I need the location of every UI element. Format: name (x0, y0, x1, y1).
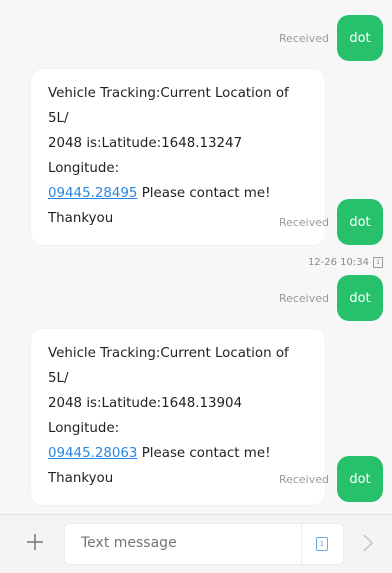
outgoing-bubble[interactable]: dot (337, 15, 383, 61)
phone-link[interactable]: 09445.28495 (48, 186, 137, 201)
message-line: 09445.28063 Please contact me! (48, 441, 308, 466)
message-text: Please contact me! (137, 186, 271, 201)
chevron-right-icon (363, 534, 374, 552)
sim-card-icon: 1 (373, 257, 383, 268)
message-line: Vehicle Tracking:Current Location of 5L/ (48, 346, 289, 386)
message-line: Thankyou (48, 471, 114, 486)
outgoing-bubble[interactable]: dot (337, 275, 383, 321)
outgoing-message[interactable]: Received dot (279, 275, 383, 321)
message-input-container[interactable]: 1 (64, 523, 344, 565)
outgoing-message[interactable]: Received dot (279, 15, 383, 61)
timestamp-text: 12-26 10:34 (307, 257, 369, 268)
delivery-status: Received (278, 215, 329, 229)
add-attachment-button[interactable] (22, 529, 48, 555)
message-input[interactable] (81, 535, 281, 551)
outgoing-message[interactable]: Received dot (279, 199, 383, 245)
outgoing-bubble[interactable]: dot (337, 456, 383, 502)
message-line: Vehicle Tracking:Current Location of 5L/ (48, 86, 289, 126)
message-line: Thankyou (48, 211, 114, 226)
message-line: 2048 is:Latitude:1648.13247 Longitude: (48, 136, 243, 176)
outgoing-message[interactable]: Received dot (279, 456, 383, 502)
message-timestamp: 12-26 10:34 1 (308, 257, 383, 268)
phone-link[interactable]: 09445.28063 (48, 446, 137, 461)
divider (301, 524, 302, 564)
sim-select-button[interactable]: 1 (316, 537, 328, 551)
message-text: dot (349, 290, 371, 306)
outgoing-bubble[interactable]: dot (337, 199, 383, 245)
plus-icon (27, 534, 43, 550)
delivery-status: Received (278, 291, 329, 305)
message-thread[interactable]: Received dot Vehicle Tracking:Current Lo… (0, 0, 392, 514)
message-composer: 1 (0, 514, 392, 573)
delivery-status: Received (278, 31, 329, 45)
message-line: 2048 is:Latitude:1648.13904 Longitude: (48, 396, 243, 436)
message-text: dot (349, 214, 371, 230)
send-button[interactable] (359, 532, 377, 554)
message-line: 09445.28495 Please contact me! (48, 181, 308, 206)
message-text: dot (349, 471, 371, 487)
message-text: dot (349, 30, 371, 46)
delivery-status: Received (278, 472, 329, 486)
message-text: Please contact me! (137, 446, 271, 461)
